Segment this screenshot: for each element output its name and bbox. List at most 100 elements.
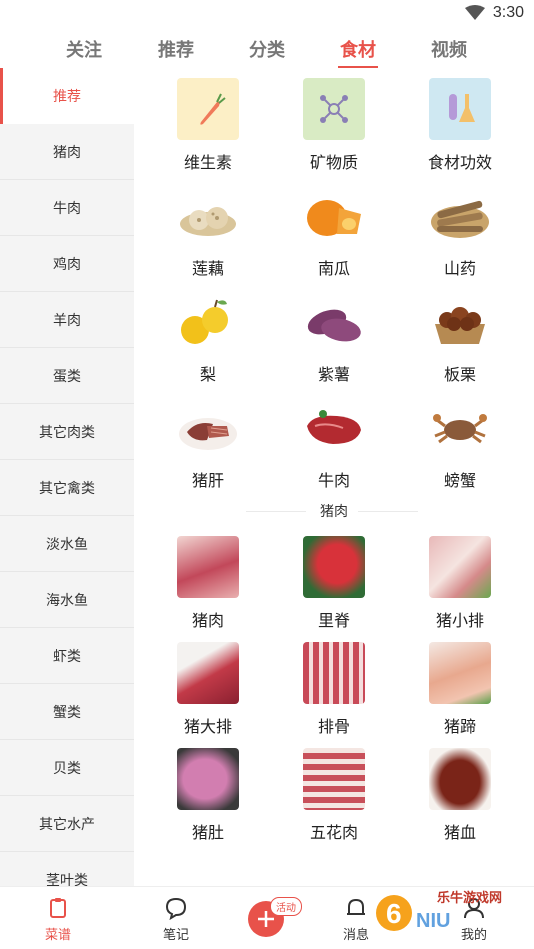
sidebar-item-label: 猪肉 [53, 143, 81, 160]
ingredient-tile-crab[interactable]: 螃蟹 [397, 388, 523, 494]
sidebar-item-beef[interactable]: 牛肉 [0, 180, 134, 236]
pork-belly-image [303, 748, 365, 810]
sidebar-item-label: 蛋类 [53, 367, 81, 384]
ingredient-label: 食材功效 [427, 155, 492, 172]
sidebar-item-eggs[interactable]: 蛋类 [0, 348, 134, 404]
pork-tile[interactable]: 猪小排 [397, 528, 523, 634]
ingredient-tile-pumpkin[interactable]: 南瓜 [271, 176, 397, 282]
pork-tripe-image [177, 748, 239, 810]
ingredient-tile-chestnut[interactable]: 板栗 [397, 282, 523, 388]
ingredient-label: 猪大排 [183, 719, 232, 736]
sidebar-item-crab[interactable]: 蟹类 [0, 684, 134, 740]
pork-tile[interactable]: 排骨 [271, 634, 397, 740]
spare-ribs-image [303, 642, 365, 704]
chat-bubble-icon [165, 897, 187, 921]
sidebar-item-seawater-fish[interactable]: 海水鱼 [0, 572, 134, 628]
pork-tile[interactable]: 猪蹄 [397, 634, 523, 740]
sidebar-item-label: 蟹类 [53, 703, 81, 720]
sidebar-item-other-meat[interactable]: 其它肉类 [0, 404, 134, 460]
ingredient-tile-mineral[interactable]: 矿物质 [271, 70, 397, 176]
sidebar-item-label: 海水鱼 [46, 591, 88, 608]
lotus-root-image [177, 184, 239, 246]
recommend-grid: 维生素 矿物质 食材功效 莲藕 南瓜 山药 梨 紫薯 板栗 猪肝 牛肉 螃蟹 [134, 70, 534, 494]
sidebar-item-label: 茎叶类 [46, 871, 88, 887]
ingredient-label: 猪肉 [191, 613, 224, 630]
ingredient-tile-purple-potato[interactable]: 紫薯 [271, 282, 397, 388]
pear-image [177, 290, 239, 352]
ingredient-label: 猪血 [443, 825, 476, 842]
tab-category[interactable]: 分类 [249, 36, 285, 62]
tab-follow[interactable]: 关注 [66, 36, 102, 62]
tab-video[interactable]: 视频 [431, 36, 467, 62]
ingredient-content: 维生素 矿物质 食材功效 莲藕 南瓜 山药 梨 紫薯 板栗 猪肝 牛肉 螃蟹 猪… [134, 70, 534, 886]
ingredient-tile-yam[interactable]: 山药 [397, 176, 523, 282]
sidebar-item-chicken[interactable]: 鸡肉 [0, 236, 134, 292]
sidebar-item-shellfish[interactable]: 贝类 [0, 740, 134, 796]
sidebar-item-other-aquatic[interactable]: 其它水产 [0, 796, 134, 852]
ingredient-tile-pork-liver[interactable]: 猪肝 [145, 388, 271, 494]
wifi-icon [464, 5, 485, 20]
pork-liver-image [177, 396, 239, 458]
status-bar: 3:30 [0, 0, 534, 28]
site-watermark: 6 NIU 乐牛游戏网 [366, 883, 526, 935]
ingredient-tile-lotus-root[interactable]: 莲藕 [145, 176, 271, 282]
nav-notes[interactable]: 笔记 [146, 895, 206, 943]
sidebar-item-other-poultry[interactable]: 其它禽类 [0, 460, 134, 516]
nav-recipes[interactable]: 菜谱 [28, 895, 88, 943]
tab-ingredients[interactable]: 食材 [338, 36, 378, 68]
activity-badge: 活动 [270, 897, 302, 916]
pork-tile[interactable]: 猪肚 [145, 740, 271, 846]
pork-tile[interactable]: 猪肉 [145, 528, 271, 634]
trotters-image [429, 642, 491, 704]
sidebar-item-label: 牛肉 [53, 199, 81, 216]
sidebar-item-pork[interactable]: 猪肉 [0, 124, 134, 180]
sidebar-item-recommend[interactable]: 推荐 [0, 68, 134, 124]
pork-tile[interactable]: 里脊 [271, 528, 397, 634]
sidebar-item-label: 羊肉 [53, 311, 81, 328]
svg-text:NIU: NIU [416, 910, 450, 932]
ingredient-label: 牛肉 [317, 473, 350, 490]
flask-icon [429, 78, 491, 140]
pork-tile[interactable]: 猪大排 [145, 634, 271, 740]
beef-image [303, 396, 365, 458]
ingredient-label: 南瓜 [317, 261, 350, 278]
yam-image [429, 184, 491, 246]
svg-text:6: 6 [386, 898, 402, 929]
sidebar-item-label: 虾类 [53, 647, 81, 664]
small-ribs-image [429, 536, 491, 598]
tab-recommend[interactable]: 推荐 [158, 36, 194, 62]
crab-image [429, 396, 491, 458]
pork-grid: 猪肉 里脊 猪小排 猪大排 排骨 猪蹄 猪肚 五花肉 猪血 [134, 528, 534, 846]
ingredient-tile-beef[interactable]: 牛肉 [271, 388, 397, 494]
ingredient-tile-vitamin[interactable]: 维生素 [145, 70, 271, 176]
pumpkin-image [303, 184, 365, 246]
ingredient-label: 螃蟹 [443, 473, 476, 490]
sidebar-item-label: 其它水产 [39, 815, 95, 832]
chestnut-image [429, 290, 491, 352]
sidebar-item-freshwater-fish[interactable]: 淡水鱼 [0, 516, 134, 572]
ingredient-label: 梨 [199, 367, 216, 384]
molecule-icon [303, 78, 365, 140]
ingredient-label: 板栗 [443, 367, 476, 384]
tenderloin-image [303, 536, 365, 598]
sidebar-item-label: 推荐 [53, 88, 81, 104]
sidebar-item-label: 贝类 [53, 759, 81, 776]
ingredient-tile-efficacy[interactable]: 食材功效 [397, 70, 523, 176]
ingredient-label: 排骨 [317, 719, 350, 736]
sidebar-item-shrimp[interactable]: 虾类 [0, 628, 134, 684]
sidebar-item-lamb[interactable]: 羊肉 [0, 292, 134, 348]
ingredient-label: 五花肉 [309, 825, 358, 842]
ingredient-label: 山药 [443, 261, 476, 278]
sidebar-item-leafy[interactable]: 茎叶类 [0, 852, 134, 887]
ingredient-label: 矿物质 [309, 155, 358, 172]
purple-potato-image [303, 290, 365, 352]
sidebar-item-label: 鸡肉 [53, 255, 81, 272]
sidebar-item-label: 其它肉类 [39, 423, 95, 440]
pork-tile[interactable]: 五花肉 [271, 740, 397, 846]
nav-label: 菜谱 [44, 927, 71, 942]
pork-blood-image [429, 748, 491, 810]
section-title-pork: 猪肉 [134, 494, 534, 528]
ingredient-tile-pear[interactable]: 梨 [145, 282, 271, 388]
nav-label: 笔记 [162, 927, 189, 942]
pork-tile[interactable]: 猪血 [397, 740, 523, 846]
